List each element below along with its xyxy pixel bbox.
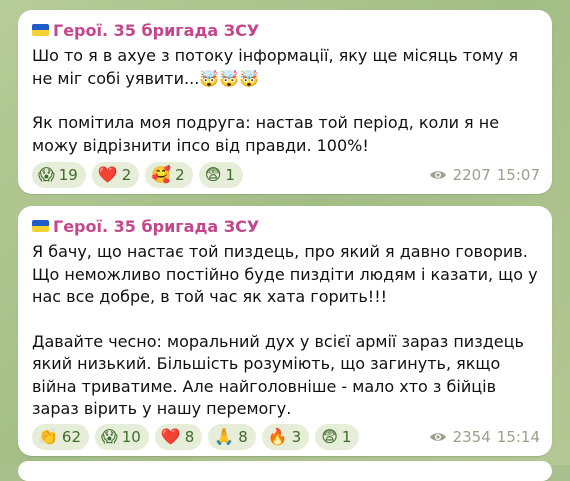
message-footer: 👏 62 😱 10 ❤️ 8 🙏 8 🔥 3 😨 1 2354 15:14: [32, 424, 540, 450]
reaction-button[interactable]: 🔥 3: [261, 424, 310, 450]
reaction-button[interactable]: 😨 1: [198, 162, 243, 188]
view-count: 2207: [452, 166, 491, 184]
clapping-hands-emoji-icon: 👏: [38, 427, 58, 446]
reaction-button[interactable]: 😱 19: [32, 162, 86, 188]
message-bubble[interactable]: Герої. 35 бригада ЗСУ Я бачу, що настає …: [18, 206, 552, 456]
reaction-count: 2: [121, 166, 132, 184]
author-name[interactable]: Герої. 35 бригада ЗСУ: [53, 21, 259, 40]
message-author[interactable]: Герої. 35 бригада ЗСУ: [32, 215, 540, 237]
praying-hands-emoji-icon: 🙏: [214, 427, 235, 446]
reaction-count: 1: [341, 428, 352, 446]
reaction-button[interactable]: 😨 1: [315, 424, 360, 450]
message-paragraph: Давайте чесно: моральний дух у всієї арм…: [32, 331, 524, 419]
eye-icon: [429, 433, 446, 441]
message-meta: 2354 15:14: [429, 428, 540, 446]
message-time: 15:07: [496, 166, 540, 184]
reaction-button[interactable]: ❤️ 8: [154, 424, 203, 450]
message-footer: 😱 19 ❤️ 2 🥰 2 😨 1 2207 15:07: [32, 162, 540, 188]
reaction-button[interactable]: 🙏 8: [208, 424, 256, 450]
scream-emoji-icon: 😱: [101, 427, 118, 446]
message-paragraph: Шо то я в ахуе з потоку інформації, яку …: [32, 46, 519, 88]
ukraine-flag-icon: [32, 24, 49, 36]
fearful-emoji-icon: 😨: [204, 165, 222, 184]
message-bubble-partial[interactable]: [18, 461, 552, 481]
message-time: 15:14: [496, 428, 540, 446]
message-text: Шо то я в ахуе з потоку інформації, яку …: [32, 45, 540, 157]
message-bubble[interactable]: Герої. 35 бригада ЗСУ Шо то я в ахуе з п…: [18, 10, 552, 194]
reaction-count: 8: [184, 428, 195, 446]
reaction-count: 19: [58, 166, 78, 184]
smiling-hearts-emoji-icon: 🥰: [151, 165, 172, 184]
fearful-emoji-icon: 😨: [321, 427, 338, 446]
scream-emoji-icon: 😱: [38, 165, 55, 184]
eye-icon: [429, 171, 446, 179]
reaction-button[interactable]: 👏 62: [32, 424, 90, 450]
heart-emoji-icon: ❤️: [160, 427, 181, 446]
fire-emoji-icon: 🔥: [267, 427, 288, 446]
message-author[interactable]: Герої. 35 бригада ЗСУ: [32, 19, 540, 41]
reactions-bar: 😱 19 ❤️ 2 🥰 2 😨 1: [32, 162, 243, 188]
reactions-bar: 👏 62 😱 10 ❤️ 8 🙏 8 🔥 3 😨 1: [32, 424, 360, 450]
message-paragraph: Я бачу, що настає той пиздець, про який …: [32, 242, 538, 306]
reaction-count: 62: [61, 428, 82, 446]
reaction-button[interactable]: 🥰 2: [145, 162, 193, 188]
reaction-button[interactable]: ❤️ 2: [91, 162, 140, 188]
reaction-count: 10: [121, 428, 141, 446]
view-count: 2354: [452, 428, 491, 446]
heart-emoji-icon: ❤️: [97, 165, 118, 184]
reaction-count: 8: [238, 428, 248, 446]
reaction-count: 3: [291, 428, 302, 446]
message-text: Я бачу, що настає той пиздець, про який …: [32, 241, 540, 421]
message-paragraph: Як помітила моя подруга: настав той пері…: [32, 113, 500, 155]
reaction-button[interactable]: 😱 10: [95, 424, 149, 450]
message-meta: 2207 15:07: [429, 166, 540, 184]
reaction-count: 2: [175, 166, 185, 184]
author-name[interactable]: Герої. 35 бригада ЗСУ: [53, 217, 259, 236]
reaction-count: 1: [225, 166, 235, 184]
ukraine-flag-icon: [32, 220, 49, 232]
